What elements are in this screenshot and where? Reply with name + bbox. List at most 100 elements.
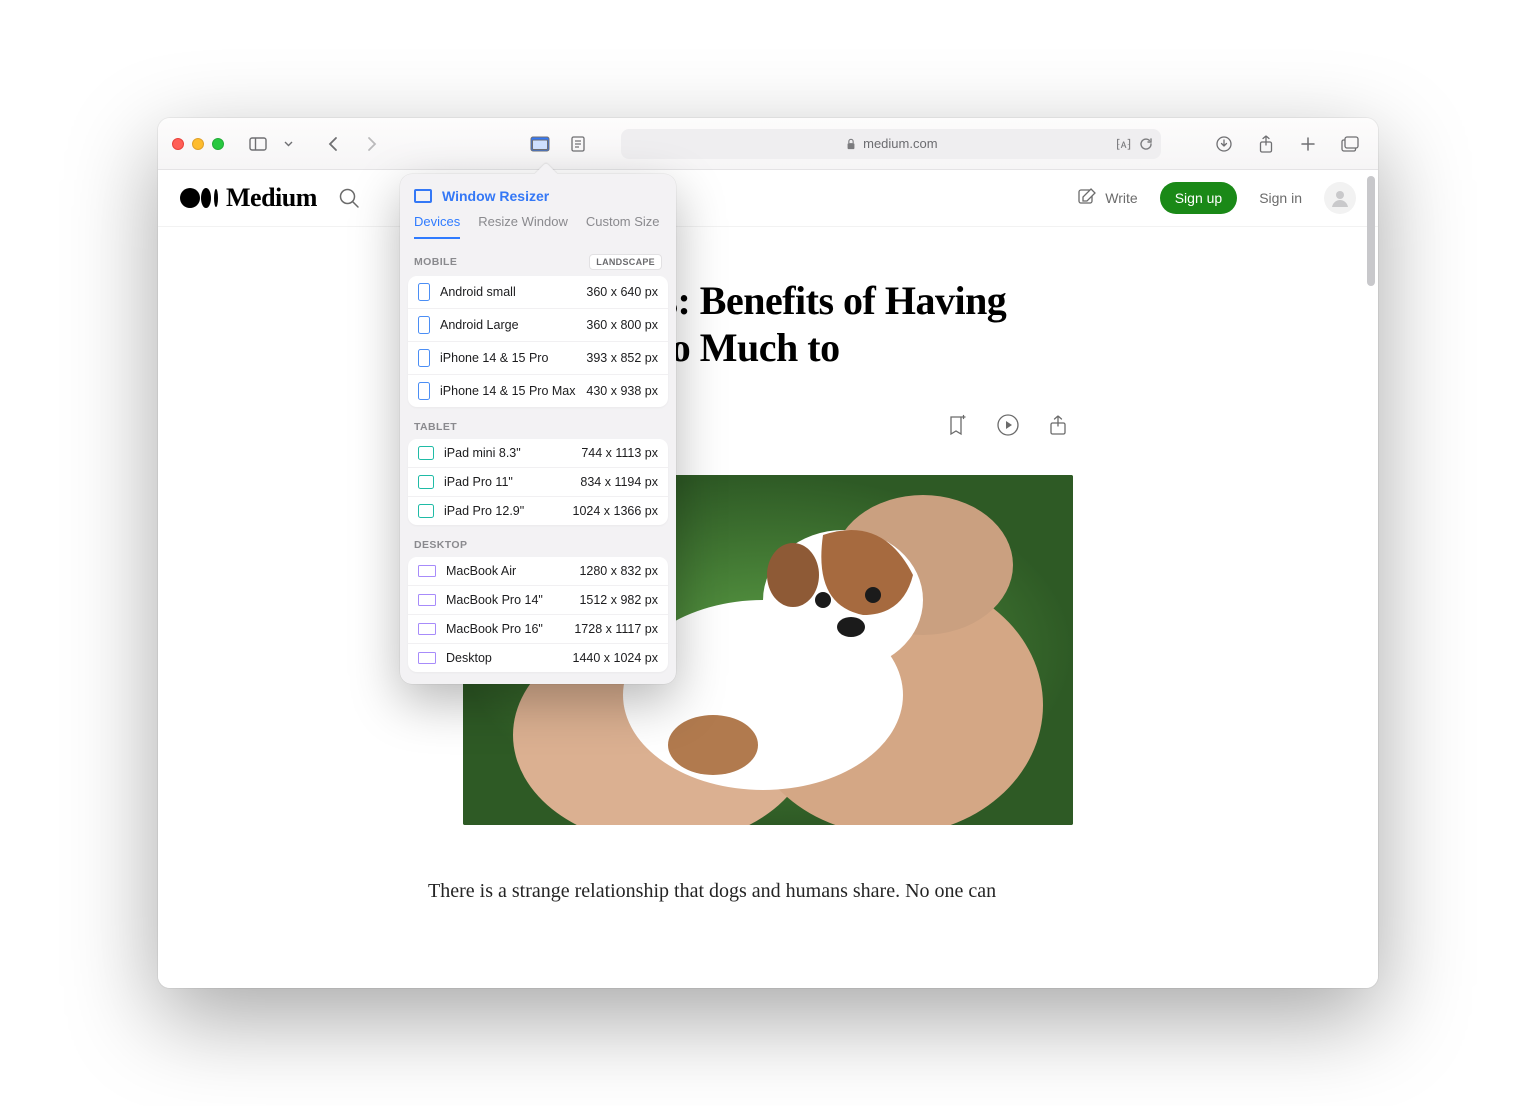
reader-extension-button[interactable] [564, 130, 592, 158]
desktop-icon [418, 594, 436, 606]
device-dim: 360 x 800 px [586, 318, 658, 332]
page-viewport: Medium Write Sign up Sign in ecies: Bene… [158, 170, 1378, 988]
device-dim: 1024 x 1366 px [573, 504, 659, 518]
address-bar[interactable]: medium.com ⁅ᴀ⁆ [621, 129, 1161, 159]
person-icon [1329, 187, 1351, 209]
window-resizer-extension-button[interactable] [526, 130, 554, 158]
device-dim: 834 x 1194 px [580, 475, 658, 489]
device-dim: 430 x 938 px [586, 384, 658, 398]
window-resizer-icon [414, 189, 432, 203]
section-label-tablet: TABLET [400, 407, 676, 439]
device-name: Android Large [440, 318, 576, 332]
device-row[interactable]: iPad Pro 11" 834 x 1194 px [408, 468, 668, 497]
profile-avatar[interactable] [1324, 182, 1356, 214]
translate-icon[interactable]: ⁅ᴀ⁆ [1116, 137, 1131, 151]
device-row[interactable]: iPad Pro 12.9" 1024 x 1366 px [408, 497, 668, 525]
minimize-window-button[interactable] [192, 138, 204, 150]
section-label-mobile-text: MOBILE [414, 256, 457, 268]
desktop-icon [418, 652, 436, 664]
device-row[interactable]: Desktop 1440 x 1024 px [408, 644, 668, 672]
device-dim: 360 x 640 px [586, 285, 658, 299]
device-name: iPad mini 8.3" [444, 446, 571, 460]
device-name: Desktop [446, 651, 563, 665]
window-controls [172, 138, 224, 150]
write-label: Write [1105, 190, 1137, 206]
tablet-icon [418, 446, 434, 460]
phone-icon [418, 349, 430, 367]
new-tab-button[interactable] [1294, 130, 1322, 158]
orientation-badge[interactable]: LANDSCAPE [589, 254, 662, 270]
section-label-tablet-text: TABLET [414, 421, 457, 433]
tab-custom-size[interactable]: Custom Size [586, 214, 660, 239]
phone-icon [418, 382, 430, 400]
tablet-icon [418, 504, 434, 518]
section-label-desktop-text: DESKTOP [414, 539, 467, 551]
device-dim: 1280 x 832 px [579, 564, 658, 578]
desktop-icon [418, 623, 436, 635]
forward-button[interactable] [358, 130, 386, 158]
play-icon[interactable] [996, 413, 1020, 437]
device-name: MacBook Air [446, 564, 569, 578]
device-row[interactable]: Android Large 360 x 800 px [408, 309, 668, 342]
tablet-icon [418, 475, 434, 489]
device-dim: 1512 x 982 px [579, 593, 658, 607]
section-label-desktop: DESKTOP [400, 525, 676, 557]
popover-title-text: Window Resizer [442, 188, 549, 204]
sidebar-toggle-button[interactable] [244, 130, 272, 158]
medium-logo-icon [180, 186, 222, 210]
device-name: iPhone 14 & 15 Pro Max [440, 384, 576, 398]
phone-icon [418, 283, 430, 301]
signin-link[interactable]: Sign in [1259, 190, 1302, 206]
device-dim: 393 x 852 px [586, 351, 658, 365]
share-article-icon[interactable] [1048, 414, 1068, 436]
device-dim: 744 x 1113 px [581, 446, 658, 460]
address-host: medium.com [863, 136, 937, 151]
device-name: iPhone 14 & 15 Pro [440, 351, 576, 365]
device-name: iPad Pro 12.9" [444, 504, 563, 518]
section-label-mobile: MOBILE LANDSCAPE [400, 240, 676, 276]
safari-window: medium.com ⁅ᴀ⁆ [158, 118, 1378, 988]
device-list-desktop: MacBook Air 1280 x 832 px MacBook Pro 14"… [408, 557, 668, 672]
tab-overview-button[interactable] [1336, 130, 1364, 158]
device-name: MacBook Pro 16" [446, 622, 564, 636]
downloads-button[interactable] [1210, 130, 1238, 158]
tab-devices[interactable]: Devices [414, 214, 460, 239]
device-dim: 1728 x 1117 px [574, 622, 658, 636]
device-list-tablet: iPad mini 8.3" 744 x 1113 px iPad Pro 11"… [408, 439, 668, 525]
window-resizer-popover: Window Resizer Devices Resize Window Cus… [400, 174, 676, 684]
phone-icon [418, 316, 430, 334]
tab-resize-window[interactable]: Resize Window [478, 214, 568, 239]
device-row[interactable]: MacBook Pro 14" 1512 x 982 px [408, 586, 668, 615]
medium-logo[interactable]: Medium [180, 183, 317, 213]
reload-button[interactable] [1139, 137, 1153, 151]
close-window-button[interactable] [172, 138, 184, 150]
medium-wordmark: Medium [226, 183, 317, 213]
fullscreen-window-button[interactable] [212, 138, 224, 150]
device-row[interactable]: iPhone 14 & 15 Pro 393 x 852 px [408, 342, 668, 375]
bookmark-add-icon[interactable] [946, 414, 968, 436]
write-button[interactable]: Write [1077, 188, 1137, 208]
lock-icon [845, 138, 857, 150]
share-button[interactable] [1252, 130, 1280, 158]
device-row[interactable]: MacBook Air 1280 x 832 px [408, 557, 668, 586]
article-body-first-line: There is a strange relationship that dog… [428, 875, 1108, 907]
device-name: iPad Pro 11" [444, 475, 570, 489]
signup-button[interactable]: Sign up [1160, 182, 1237, 214]
device-dim: 1440 x 1024 px [573, 651, 659, 665]
safari-toolbar: medium.com ⁅ᴀ⁆ [158, 118, 1378, 170]
back-button[interactable] [318, 130, 346, 158]
device-name: MacBook Pro 14" [446, 593, 569, 607]
device-row[interactable]: iPhone 14 & 15 Pro Max 430 x 938 px [408, 375, 668, 407]
device-row[interactable]: Android small 360 x 640 px [408, 276, 668, 309]
device-row[interactable]: iPad mini 8.3" 744 x 1113 px [408, 439, 668, 468]
popover-tabs: Devices Resize Window Custom Size [400, 214, 676, 240]
device-row[interactable]: MacBook Pro 16" 1728 x 1117 px [408, 615, 668, 644]
device-name: Android small [440, 285, 576, 299]
sidebar-menu-chevron-icon[interactable] [274, 130, 302, 158]
vertical-scrollbar[interactable] [1367, 176, 1375, 286]
device-list-mobile: Android small 360 x 640 px Android Large 3… [408, 276, 668, 407]
popover-title: Window Resizer [400, 184, 676, 214]
medium-header: Medium Write Sign up Sign in [158, 170, 1378, 227]
write-icon [1077, 188, 1097, 208]
search-button[interactable] [335, 184, 363, 212]
